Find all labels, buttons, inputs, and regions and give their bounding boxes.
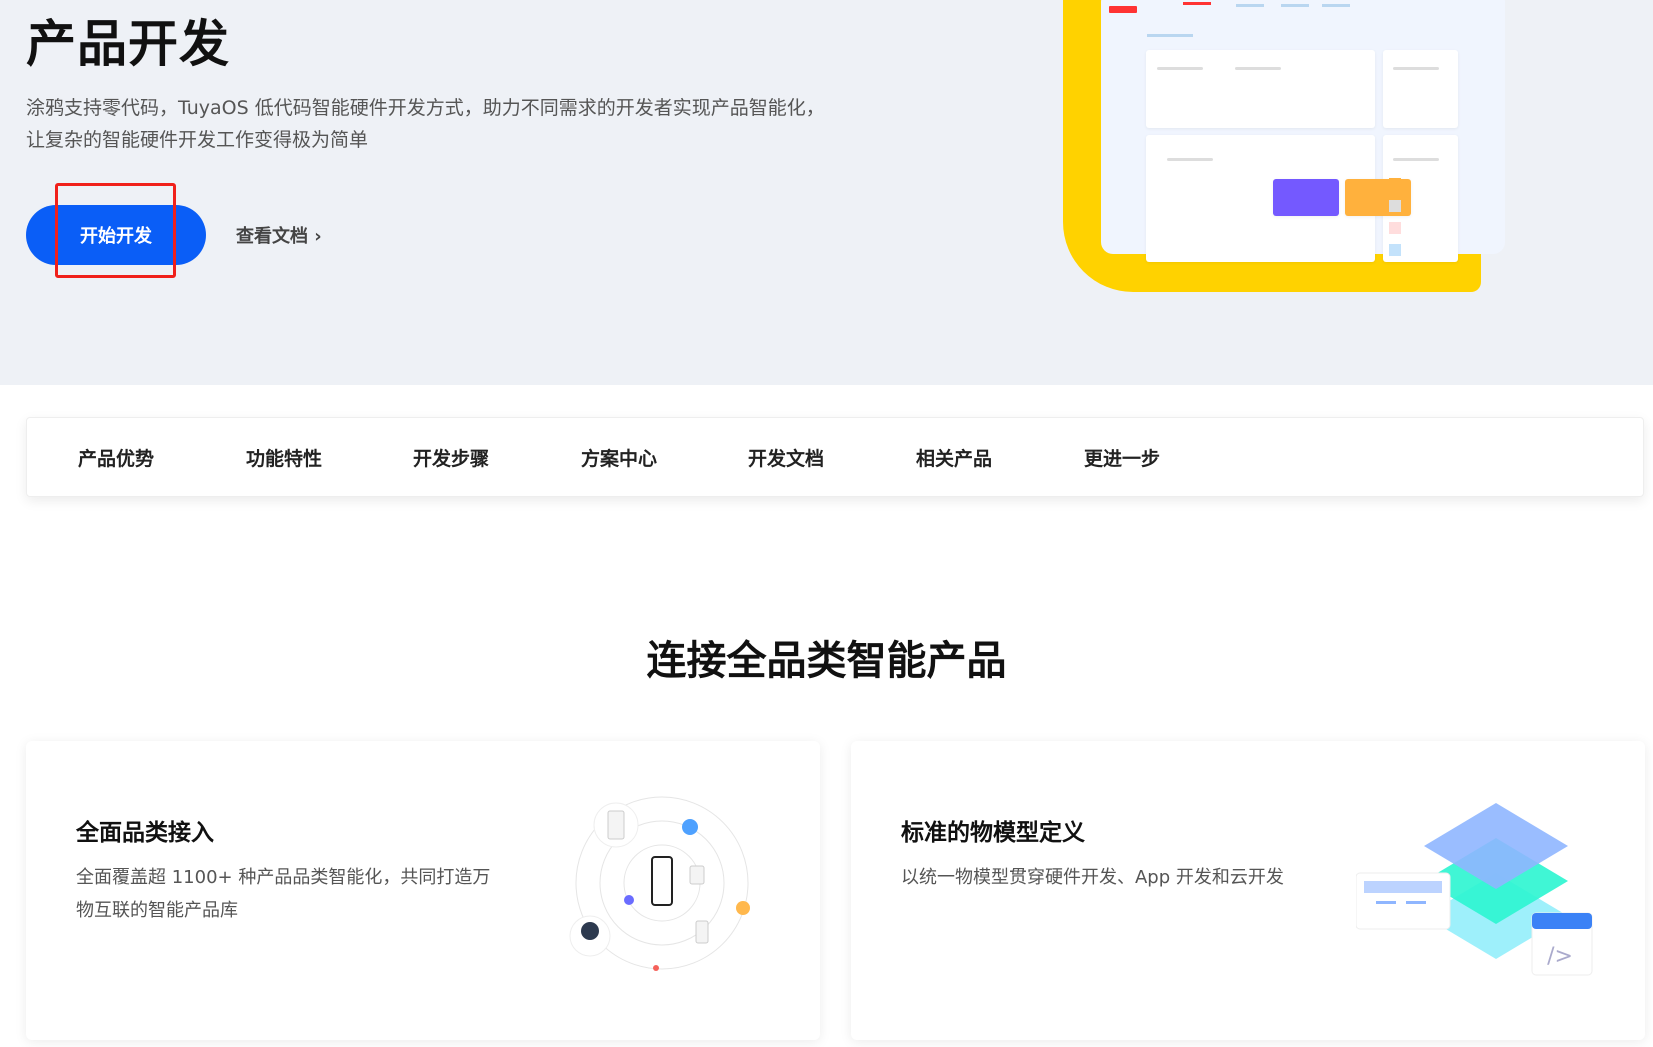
highlight-box [55,183,176,278]
nav-item-docs[interactable]: 开发文档 [748,444,824,471]
card-title: 全面品类接入 [76,820,214,846]
card-description: 以统一物模型贯穿硬件开发、App 开发和云开发 [901,867,1284,888]
chevron-right-icon: › [314,226,322,247]
hero-subtitle: 涂鸦支持零代码，TuyaOS 低代码智能硬件开发方式，助力不同需求的开发者实现产… [26,97,825,151]
view-docs-label: 查看文档 [236,226,308,247]
nav-item-steps[interactable]: 开发步骤 [413,444,489,471]
section-nav: 产品优势 功能特性 开发步骤 方案中心 开发文档 相关产品 更进一步 [26,417,1644,497]
view-docs-link[interactable]: 查看文档 › [236,222,322,248]
device-orbit-illustration [569,796,750,971]
hero-section: 产品开发 涂鸦支持零代码，TuyaOS 低代码智能硬件开发方式，助力不同需求的开… [0,0,1653,385]
page-title: 产品开发 [26,15,230,73]
nav-item-features[interactable]: 功能特性 [246,444,322,471]
card-description: 全面覆盖超 1100+ 种产品品类智能化，共同打造万物互联的智能产品库 [76,867,491,921]
nav-item-next[interactable]: 更进一步 [1084,444,1160,471]
nav-item-solutions[interactable]: 方案中心 [581,444,657,471]
layers-illustration: /> [1356,803,1593,976]
section-title: 连接全品类智能产品 [646,638,1007,684]
feature-card-categories: 全面品类接入 全面覆盖超 1100+ 种产品品类智能化，共同打造万物互联的智能产… [26,741,820,1040]
dashboard-illustration [1101,0,1505,262]
nav-item-related[interactable]: 相关产品 [916,444,992,471]
feature-card-thing-model: 标准的物模型定义 以统一物模型贯穿硬件开发、App 开发和云开发 /> [851,741,1645,1040]
nav-item-advantages[interactable]: 产品优势 [78,444,154,471]
card-title: 标准的物模型定义 [901,820,1085,846]
svg-text:/>: /> [1547,944,1573,969]
